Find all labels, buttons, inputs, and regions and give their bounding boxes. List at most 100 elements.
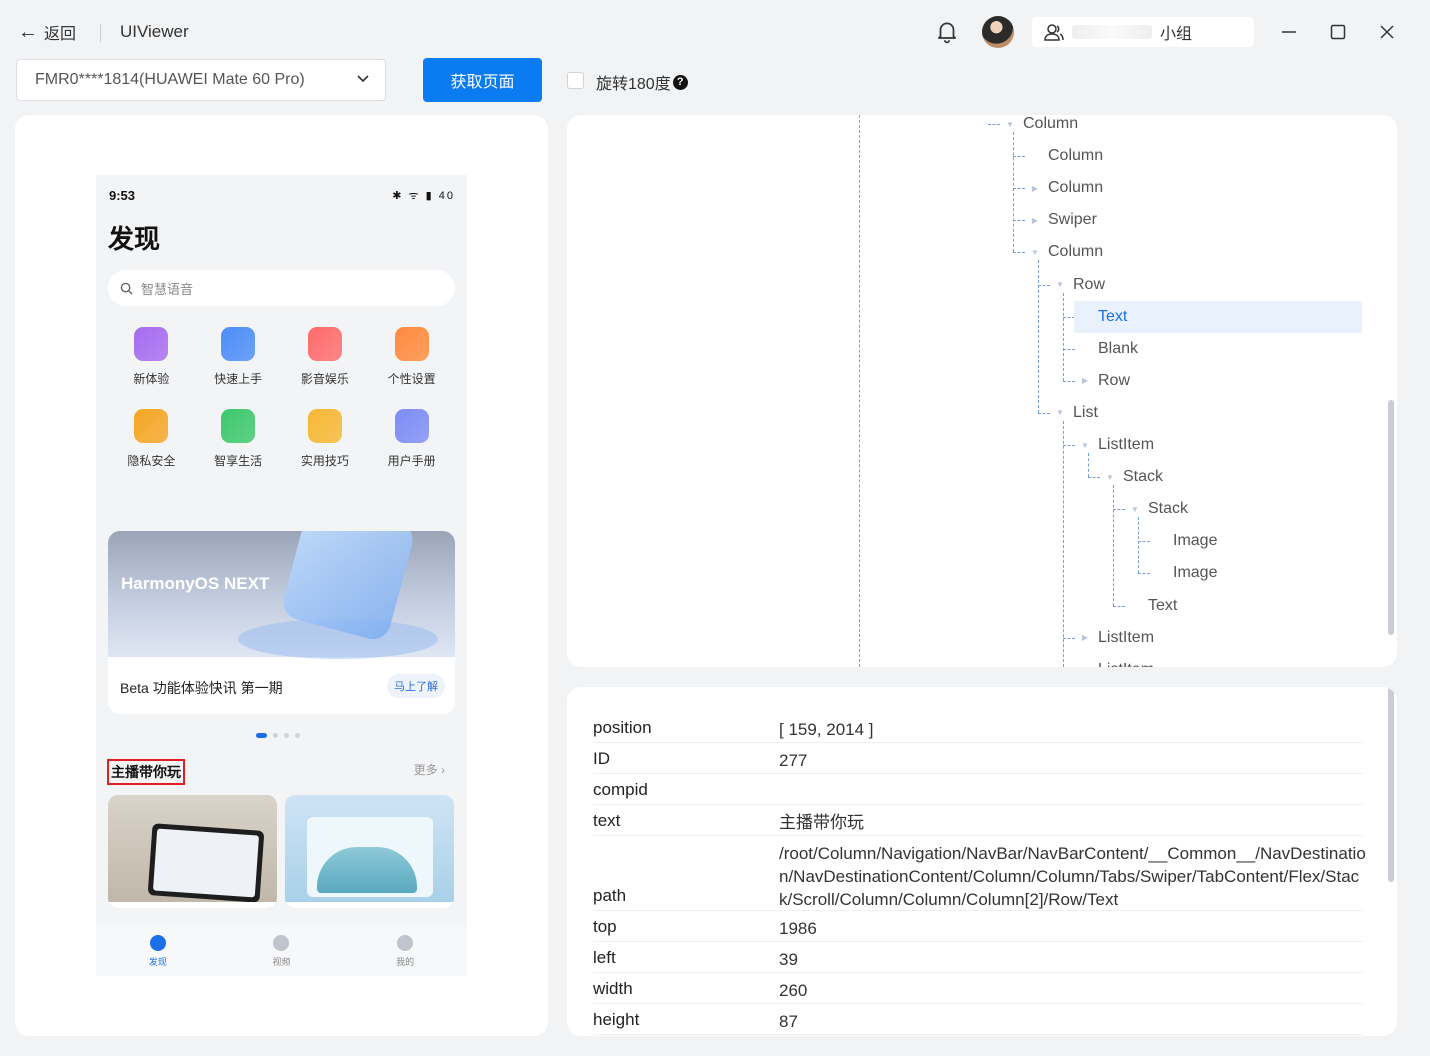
property-key: ID [593, 749, 610, 768]
property-value[interactable]: 260 [779, 979, 1369, 1002]
feature-grid-item[interactable]: 隐私安全 [108, 409, 195, 469]
tree-node[interactable]: Text [1074, 300, 1362, 333]
back-button[interactable]: ← 返回 [18, 20, 76, 44]
tab-mine[interactable]: 我的 [396, 935, 414, 968]
banner-caption: Beta 功能体验快讯 第一期 [120, 680, 283, 696]
property-value[interactable]: [ 159, 2014 ] [779, 718, 1369, 741]
tree-node[interactable]: ▶ ListItem [1074, 622, 1154, 654]
video-thumbnail[interactable] [285, 795, 454, 908]
tree-node-label: Column [1048, 147, 1104, 165]
search-input[interactable]: 智慧语音 [108, 270, 455, 306]
tree-node-label: Stack [1148, 500, 1189, 518]
rotate-checkbox[interactable] [567, 72, 584, 89]
tab-video[interactable]: 视频 [272, 935, 290, 968]
carousel-dot-active [256, 733, 267, 738]
video-icon [273, 935, 290, 951]
learn-more-button[interactable]: 马上了解 [387, 674, 445, 698]
maximize-button[interactable] [1326, 20, 1350, 44]
tree-node[interactable]: ▼ Row [1049, 269, 1105, 301]
tab-label: 我的 [396, 957, 415, 967]
section-more-link[interactable]: 更多 › [414, 761, 445, 778]
property-row: ID 277 [593, 743, 1363, 774]
property-value[interactable]: 87 [779, 1010, 1369, 1033]
expand-caret-icon[interactable]: ▼ [1103, 473, 1117, 482]
tree-node[interactable]: Image [1149, 557, 1217, 589]
device-select[interactable]: FMR0****1814(HUAWEI Mate 60 Pro) [16, 59, 386, 101]
expand-caret-icon[interactable]: ▼ [1003, 120, 1017, 129]
property-value[interactable]: /root/Column/Navigation/NavBar/NavBarCon… [779, 842, 1369, 911]
tree-node[interactable]: Image [1149, 525, 1217, 557]
status-time: 9:53 [109, 188, 136, 203]
close-button[interactable] [1375, 20, 1399, 44]
fetch-page-button[interactable]: 获取页面 [423, 58, 542, 102]
team-selector[interactable]: 小组 [1032, 17, 1254, 47]
phone-screen[interactable]: 9:53 ✱ ᯤ ▮ 40 发现 智慧语音 新体验 快速上手 影音娱乐 个性设置 隐私安… [96, 175, 467, 976]
expand-caret-icon[interactable]: ▼ [1128, 505, 1142, 514]
collapse-caret-icon[interactable]: ▶ [1078, 376, 1092, 385]
expand-caret-icon[interactable]: ▼ [1053, 280, 1067, 289]
property-value[interactable]: 1986 [779, 917, 1369, 940]
properties-scrollbar[interactable] [1388, 687, 1394, 882]
feature-grid-item[interactable]: 实用技巧 [282, 409, 369, 469]
tree-node[interactable]: ▼ Column [999, 115, 1078, 140]
tree-node[interactable]: ▶ Column [1024, 172, 1103, 204]
property-key: top [593, 917, 617, 936]
lock-icon [134, 409, 169, 443]
tree-node-label: ListItem [1098, 661, 1154, 667]
collapse-caret-icon[interactable]: ▶ [1028, 184, 1042, 193]
feature-grid-item[interactable]: 快速上手 [195, 327, 282, 387]
component-tree-panel: ▼ Column Column ▶ Column ▶ Swiper ▼ Column ▼ Row Te… [567, 115, 1397, 667]
tree-node-label: Column [1048, 243, 1104, 261]
tree-node[interactable]: ▼ List [1049, 397, 1098, 429]
tree-node[interactable]: Text [1124, 590, 1177, 622]
tree-node-label: ListItem [1098, 436, 1155, 453]
palette-icon [394, 327, 429, 361]
tree-node[interactable]: ▼ Stack [1124, 493, 1188, 525]
property-row: height 87 [593, 1004, 1363, 1035]
help-icon[interactable]: ? [672, 74, 688, 90]
property-value[interactable]: 39 [779, 948, 1369, 971]
bell-icon[interactable] [934, 18, 960, 44]
expand-caret-icon[interactable]: ▼ [1078, 441, 1092, 450]
tree-node[interactable]: ▼ ListItem [1074, 429, 1154, 461]
feature-grid-label: 影音娱乐 [300, 372, 349, 386]
tree-node[interactable]: ▶ Row [1074, 365, 1130, 397]
expand-caret-icon[interactable]: ▼ [1053, 408, 1067, 417]
minimize-button[interactable] [1277, 20, 1301, 44]
feature-grid-item[interactable]: 智享生活 [195, 409, 282, 469]
feature-grid-label: 新体验 [133, 372, 170, 386]
tree-node[interactable]: Column [1024, 140, 1103, 172]
tree-node[interactable]: ▶ ListItem [1074, 654, 1154, 667]
collapse-caret-icon[interactable]: ▶ [1078, 665, 1092, 667]
feature-grid: 新体验 快速上手 影音娱乐 个性设置隐私安全 智享生活 实用技巧 用户手册 [108, 327, 455, 469]
section-title-highlighted[interactable]: 主播带你玩 [107, 759, 185, 785]
tablet-graphic [147, 823, 265, 903]
tree-node[interactable]: ▶ Swiper [1024, 204, 1097, 236]
feature-grid-item[interactable]: 用户手册 [368, 409, 455, 469]
tab-discover[interactable]: 发现 [149, 935, 167, 968]
feature-grid-item[interactable]: 个性设置 [368, 327, 455, 387]
bottom-tab-bar: 发现 视频 我的 [96, 927, 467, 976]
collapse-caret-icon[interactable]: ▶ [1028, 216, 1042, 225]
tree-node-label: Row [1073, 275, 1106, 293]
user-avatar[interactable] [982, 16, 1014, 48]
person-icon [397, 935, 414, 951]
video-thumbnail[interactable] [108, 795, 277, 908]
tree-node[interactable]: ▼ Stack [1099, 461, 1163, 493]
feature-grid-label: 用户手册 [387, 454, 436, 468]
tree-guide-line [1113, 485, 1114, 606]
panel-splitter[interactable] [859, 115, 860, 667]
tree-node-label: List [1073, 403, 1098, 421]
banner-card[interactable]: HarmonyOS NEXT Beta 功能体验快讯 第一期 马上了解 [108, 531, 455, 714]
feature-grid-item[interactable]: 影音娱乐 [282, 327, 369, 387]
property-value[interactable]: 277 [779, 749, 1369, 772]
tree-node[interactable]: Blank [1074, 333, 1138, 365]
thumb-caption-bar [108, 902, 277, 908]
collapse-caret-icon[interactable]: ▶ [1078, 633, 1092, 642]
property-value[interactable]: 主播带你玩 [779, 811, 1369, 834]
window-graphic [307, 817, 433, 897]
tree-scrollbar[interactable] [1388, 400, 1394, 635]
tree-node[interactable]: ▼ Column [1024, 236, 1103, 268]
feature-grid-item[interactable]: 新体验 [108, 327, 195, 387]
expand-caret-icon[interactable]: ▼ [1028, 248, 1042, 257]
